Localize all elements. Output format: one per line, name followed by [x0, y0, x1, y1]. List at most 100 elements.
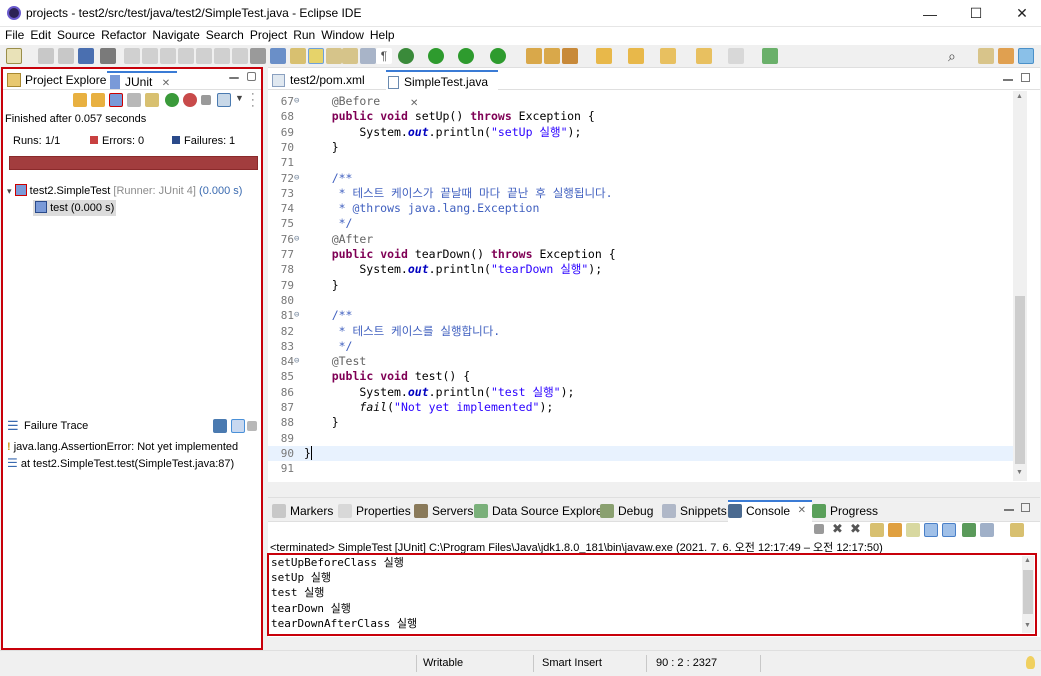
code-line[interactable]: 78 System.out.println("tearDown 실행");	[268, 262, 1013, 277]
tab-data-source-explorer[interactable]: Data Source Explorer	[474, 502, 607, 520]
code-line[interactable]: 72 ⊖ /**	[268, 171, 1013, 186]
save-all-icon[interactable]	[58, 48, 74, 64]
next-annotation-icon[interactable]	[596, 48, 612, 64]
filter-trace-icon[interactable]	[231, 419, 245, 433]
menu-file[interactable]: File	[2, 27, 27, 43]
minimize-editor-icon[interactable]	[1003, 79, 1013, 81]
new-class-icon[interactable]	[562, 48, 578, 64]
code-line[interactable]: 79 }	[268, 278, 1013, 293]
code-line[interactable]: 71	[268, 155, 1013, 170]
fold-icon[interactable]: ⊖	[294, 232, 299, 247]
console-scrollbar[interactable]: ▲ ▼	[1022, 556, 1034, 633]
fold-icon[interactable]: ⊖	[294, 354, 299, 369]
code-line[interactable]: 87 fail("Not yet implemented");	[268, 400, 1013, 415]
remove-launch-icon[interactable]: ✖	[832, 522, 846, 537]
step-into-icon[interactable]	[196, 48, 212, 64]
code-line[interactable]: 86 System.out.println("test 실행");	[268, 385, 1013, 400]
minimize-button[interactable]: —	[907, 0, 953, 27]
next-failure-icon[interactable]	[73, 93, 87, 107]
fold-icon[interactable]: ⊖	[294, 308, 299, 323]
debug-perspective-icon[interactable]	[1018, 48, 1034, 64]
terminate-icon[interactable]	[160, 48, 176, 64]
tab-debug[interactable]: Debug	[600, 502, 653, 520]
editor-scrollbar[interactable]: ▲ ▼	[1013, 91, 1027, 481]
code-line[interactable]: 69 System.out.println("setUp 실행");	[268, 125, 1013, 140]
history-icon[interactable]	[217, 93, 231, 107]
console-output[interactable]: ▲ ▼ setUpBeforeClass 실행 setUp 실행 test 실행 te…	[267, 553, 1037, 636]
minimize-view-icon[interactable]	[1004, 509, 1014, 511]
menu-run[interactable]: Run	[290, 27, 318, 43]
maximize-view-icon[interactable]	[247, 72, 256, 81]
compare-result-icon[interactable]	[213, 419, 227, 433]
forward-icon[interactable]	[728, 48, 744, 64]
fold-icon[interactable]: ⊖	[294, 94, 299, 109]
show-stderr-icon[interactable]	[942, 523, 956, 537]
show-whitespace-icon[interactable]: ¶	[376, 48, 392, 64]
view-menu-icon[interactable]: · · ·	[251, 89, 255, 112]
trace-line-frame[interactable]: ☰ at test2.SimpleTest.test(SimpleTest.ja…	[7, 455, 234, 472]
close-icon[interactable]: ✕	[798, 502, 806, 520]
code-line[interactable]: 90}	[268, 445, 1013, 462]
menu-help[interactable]: Help	[367, 27, 398, 43]
code-line[interactable]: 70 }	[268, 140, 1013, 155]
minimize-view-icon[interactable]	[229, 77, 239, 79]
code-line[interactable]: 74 * @throws java.lang.Exception	[268, 201, 1013, 216]
block-selection-icon[interactable]	[360, 48, 376, 64]
menu-window[interactable]: Window	[318, 27, 367, 43]
code-line[interactable]: 85 public void test() {	[268, 369, 1013, 384]
tab-markers[interactable]: Markers	[272, 502, 333, 520]
show-stdout-icon[interactable]	[924, 523, 938, 537]
code-line[interactable]: 91	[268, 461, 1013, 476]
back-icon[interactable]	[696, 48, 712, 64]
debug-icon[interactable]	[398, 48, 414, 64]
skipped-only-icon[interactable]	[127, 93, 141, 107]
menu-navigate[interactable]: Navigate	[149, 27, 202, 43]
code-line[interactable]: 68 public void setUp() throws Exception …	[268, 109, 1013, 124]
new-icon[interactable]	[6, 48, 22, 64]
word-wrap-icon[interactable]	[906, 523, 920, 537]
run-icon[interactable]	[428, 48, 444, 64]
scroll-up-icon[interactable]: ▲	[1024, 557, 1031, 564]
rerun-failed-first-icon[interactable]	[183, 93, 197, 107]
previous-failure-icon[interactable]	[91, 93, 105, 107]
toggle-mark-icon[interactable]	[342, 48, 358, 64]
display-console-icon[interactable]	[980, 523, 994, 537]
code-line[interactable]: 88 }	[268, 415, 1013, 430]
new-package-icon[interactable]	[544, 48, 560, 64]
menu-search[interactable]: Search	[203, 27, 247, 43]
tab-progress[interactable]: Progress	[812, 502, 878, 520]
suspend-icon[interactable]	[142, 48, 158, 64]
open-type-icon[interactable]	[270, 48, 286, 64]
tab-simpletest-java[interactable]: SimpleTest.java ✕	[386, 70, 498, 109]
code-line[interactable]: 76 ⊖ @After	[268, 232, 1013, 247]
scrollbar-thumb[interactable]	[1023, 570, 1033, 614]
previous-annotation-icon[interactable]	[628, 48, 644, 64]
code-line[interactable]: 73 * 테스트 케이스가 끝날때 마다 끝난 후 실행됩니다.	[268, 186, 1013, 201]
pin-console-icon[interactable]	[962, 523, 976, 537]
close-icon[interactable]: ✕	[162, 78, 170, 89]
stop-icon[interactable]	[201, 95, 211, 105]
code-line[interactable]: 77 public void tearDown() throws Excepti…	[268, 247, 1013, 262]
terminate-console-icon[interactable]	[814, 524, 824, 534]
resume-icon[interactable]	[124, 48, 140, 64]
tab-snippets[interactable]: Snippets	[662, 502, 727, 520]
code-line[interactable]: 82 * 테스트 케이스를 실행합니다.	[268, 324, 1013, 339]
scroll-up-icon[interactable]: ▲	[1016, 93, 1023, 100]
code-line[interactable]: 67 ⊖ @Before	[268, 94, 1013, 109]
menu-edit[interactable]: Edit	[27, 27, 54, 43]
code-line[interactable]: 84 ⊖ @Test	[268, 354, 1013, 369]
open-perspective-icon[interactable]	[978, 48, 994, 64]
scrollbar-thumb[interactable]	[1015, 296, 1025, 464]
tab-pom-xml[interactable]: test2/pom.xml	[272, 70, 365, 90]
last-edit-location-icon[interactable]	[660, 48, 676, 64]
trace-line-error[interactable]: ! java.lang.AssertionError: Not yet impl…	[7, 439, 238, 455]
terminal-icon[interactable]	[78, 48, 94, 64]
step-over-icon[interactable]	[214, 48, 230, 64]
search-icon[interactable]: ⌕	[948, 48, 964, 64]
tree-item-test[interactable]: test (0.000 s)	[33, 200, 117, 216]
fold-icon[interactable]: ⊖	[294, 171, 299, 186]
scroll-down-icon[interactable]: ▼	[1024, 622, 1031, 629]
remove-all-icon[interactable]: ✖	[850, 522, 864, 537]
lightbulb-icon[interactable]	[1026, 656, 1035, 669]
maximize-editor-icon[interactable]	[1021, 73, 1030, 82]
